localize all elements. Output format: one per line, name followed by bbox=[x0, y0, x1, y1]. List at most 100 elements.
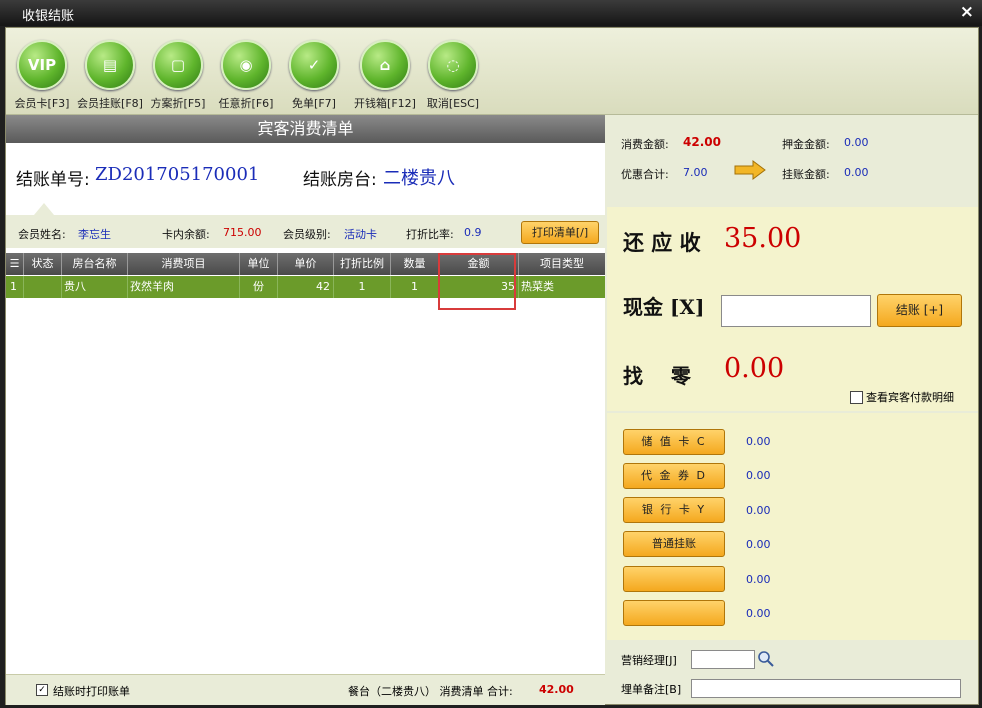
card-balance: 715.00 bbox=[223, 226, 262, 239]
cell-type: 热菜类 bbox=[521, 280, 554, 293]
close-icon[interactable]: × bbox=[960, 2, 974, 22]
any-discount-label: 任意折[F6] bbox=[218, 97, 274, 110]
table-label: 结账房台: bbox=[303, 170, 377, 190]
deposit-value: 0.00 bbox=[844, 136, 869, 149]
member-card-label: 会员卡[F3] bbox=[14, 97, 70, 110]
normal-credit-amount: 0.00 bbox=[746, 538, 771, 551]
cancel-button[interactable]: ◌ 取消[ESC] bbox=[419, 40, 487, 111]
col-unit[interactable]: 单位 bbox=[240, 253, 278, 275]
card-balance-label: 卡内余额: bbox=[162, 228, 210, 241]
bill-no-value: ZD201705170001 bbox=[95, 164, 260, 185]
checkout-button[interactable]: 结账 [+] bbox=[877, 294, 962, 327]
manager-label: 营销经理[J] bbox=[621, 654, 677, 667]
extra-info: 营销经理[J] 埋单备注[B] bbox=[607, 642, 978, 704]
free-order-button[interactable]: ✓ 免单[F7] bbox=[280, 40, 348, 111]
member-credit-label: 会员挂账[F8] bbox=[77, 97, 143, 110]
member-level-label: 会员级别: bbox=[283, 228, 331, 241]
consume-value: 42.00 bbox=[683, 135, 721, 149]
summary-total: 42.00 bbox=[539, 683, 574, 696]
normal-credit-button[interactable]: 普通挂账 bbox=[623, 531, 725, 557]
clipboard-check-icon: ✓ bbox=[289, 40, 339, 90]
col-qty[interactable]: 数量 bbox=[391, 253, 439, 275]
payment-slot-6-amount: 0.00 bbox=[746, 607, 771, 620]
due-label: 还 应 收 bbox=[623, 230, 701, 255]
deposit-label: 押金金额: bbox=[782, 138, 830, 151]
open-drawer-button[interactable]: ⌂ 开钱箱[F12] bbox=[351, 40, 419, 111]
amount-highlight-box bbox=[438, 253, 516, 310]
cell-room: 贵八 bbox=[62, 276, 128, 298]
payment-slot-5-amount: 0.00 bbox=[746, 573, 771, 586]
plan-discount-label: 方案折[F5] bbox=[150, 97, 206, 110]
col-status[interactable]: 状态 bbox=[24, 253, 62, 275]
summary-label: 餐台（二楼贵八） 消费清单 合计: bbox=[348, 685, 513, 698]
col-price[interactable]: 单价 bbox=[278, 253, 334, 275]
col-room[interactable]: 房台名称 bbox=[62, 253, 128, 275]
cell-qty: 1 bbox=[391, 276, 439, 298]
discount-total-label: 优惠合计: bbox=[621, 168, 669, 181]
checkout-window: VIP 会员卡[F3] ▤ 会员挂账[F8] ▢ 方案折[F5] ◉ 任意折[F6] ✓… bbox=[5, 27, 979, 705]
any-discount-button[interactable]: ◉ 任意折[F6] bbox=[212, 40, 280, 111]
stored-value-card-button[interactable]: 储 值 卡 C bbox=[623, 429, 725, 455]
bag-icon: ◉ bbox=[221, 40, 271, 90]
payment-methods: 储 值 卡 C 0.00 代 金 券 D 0.00 银 行 卡 Y 0.00 普… bbox=[607, 413, 978, 640]
consume-label: 消费金额: bbox=[621, 138, 669, 151]
cell-discount: 1 bbox=[334, 276, 391, 298]
callout-notch bbox=[34, 203, 54, 215]
remark-input[interactable] bbox=[691, 679, 961, 698]
cell-index: 1 bbox=[6, 276, 24, 298]
payment-slot-6-button[interactable] bbox=[623, 600, 725, 626]
view-detail-label: 查看宾客付款明细 bbox=[866, 391, 954, 404]
title-bar: 收银结账 × bbox=[0, 0, 982, 26]
due-value: 35.00 bbox=[724, 223, 802, 254]
print-on-checkout-checkbox[interactable]: ✓ bbox=[36, 684, 48, 696]
member-name-label: 会员姓名: bbox=[18, 228, 66, 241]
bill-no-label: 结账单号: bbox=[16, 170, 90, 190]
cell-price: 42 bbox=[278, 276, 334, 298]
member-level: 活动卡 bbox=[344, 228, 377, 241]
column-menu-icon[interactable]: ☰ bbox=[6, 253, 24, 275]
plan-discount-button[interactable]: ▢ 方案折[F5] bbox=[144, 40, 212, 111]
panel-footer: ✓ 结账时打印账单 餐台（二楼贵八） 消费清单 合计: 42.00 bbox=[6, 674, 605, 705]
col-discount[interactable]: 打折比例 bbox=[334, 253, 391, 275]
document-icon: ▤ bbox=[85, 40, 135, 90]
print-on-checkout-label: 结账时打印账单 bbox=[53, 685, 130, 698]
amount-summary: 消费金额: 42.00 押金金额: 0.00 优惠合计: 7.00 挂账金额: … bbox=[607, 115, 978, 207]
credit-label: 挂账金额: bbox=[782, 168, 830, 181]
member-credit-button[interactable]: ▤ 会员挂账[F8] bbox=[76, 40, 144, 111]
manager-input[interactable] bbox=[691, 650, 755, 669]
view-detail-checkbox[interactable] bbox=[850, 391, 863, 404]
free-order-label: 免单[F7] bbox=[292, 97, 336, 110]
cash-input[interactable] bbox=[721, 295, 871, 327]
bill-info: 结账单号: ZD201705170001 结账房台: 二楼贵八 bbox=[6, 143, 605, 203]
change-label: 找 零 bbox=[623, 364, 691, 388]
col-type[interactable]: 项目类型 bbox=[519, 253, 605, 275]
panel-title: 宾客消费清单 bbox=[6, 115, 605, 143]
toolbar: VIP 会员卡[F3] ▤ 会员挂账[F8] ▢ 方案折[F5] ◉ 任意折[F6] ✓… bbox=[6, 28, 978, 115]
window-title: 收银结账 bbox=[22, 9, 75, 24]
credit-value: 0.00 bbox=[844, 166, 869, 179]
discount-total-value: 7.00 bbox=[683, 166, 708, 179]
voucher-button[interactable]: 代 金 券 D bbox=[623, 463, 725, 489]
consumption-table: ☰ 状态 房台名称 消费项目 单位 单价 打折比例 数量 金额 项目类型 1 贵… bbox=[6, 253, 605, 693]
checkout-area: 还 应 收 35.00 现金 [X] 结账 [+] 找 零 0.00 查看宾客付… bbox=[607, 207, 978, 411]
voucher-amount: 0.00 bbox=[746, 469, 771, 482]
search-icon[interactable] bbox=[757, 650, 775, 668]
col-item[interactable]: 消费项目 bbox=[128, 253, 240, 275]
print-list-button[interactable]: 打印清单[/] bbox=[521, 221, 599, 244]
cell-status bbox=[24, 276, 62, 298]
consumption-panel: 宾客消费清单 结账单号: ZD201705170001 结账房台: 二楼贵八 会… bbox=[6, 115, 605, 705]
vip-icon: VIP bbox=[17, 40, 67, 90]
cell-unit: 份 bbox=[240, 276, 278, 298]
member-card-button[interactable]: VIP 会员卡[F3] bbox=[8, 40, 76, 111]
cash-label: 现金 [X] bbox=[623, 295, 705, 319]
discount-rate: 0.9 bbox=[464, 226, 482, 239]
payment-slot-5-button[interactable] bbox=[623, 566, 725, 592]
table-value: 二楼贵八 bbox=[383, 168, 455, 189]
cash-drawer-icon: ⌂ bbox=[360, 40, 410, 90]
change-value: 0.00 bbox=[724, 353, 785, 384]
open-drawer-label: 开钱箱[F12] bbox=[354, 97, 416, 110]
cell-item: 孜然羊肉 bbox=[128, 276, 240, 298]
member-info: 会员姓名: 李忘生 卡内余额: 715.00 会员级别: 活动卡 打折比率: 0… bbox=[6, 215, 605, 248]
window-icon: ▢ bbox=[153, 40, 203, 90]
bank-card-button[interactable]: 银 行 卡 Y bbox=[623, 497, 725, 523]
